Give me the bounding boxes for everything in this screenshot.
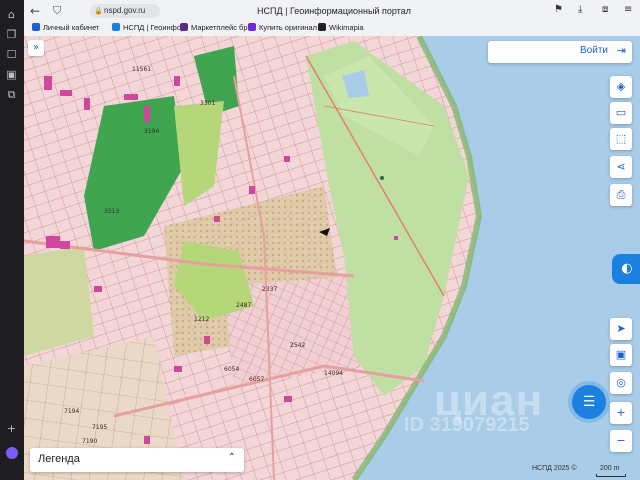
assistant-icon[interactable] <box>6 447 18 459</box>
download-icon[interactable]: ⤓ <box>578 4 582 15</box>
copyright: НСПД 2025 © <box>532 465 577 472</box>
chevron-updown-icon[interactable]: ⌃ <box>228 452 236 463</box>
home-icon[interactable]: ⌂ <box>5 8 18 21</box>
parcel-label: 3194 <box>144 128 160 135</box>
bookmark-label: НСПД | Геоинфор <box>123 23 186 32</box>
screenshot-icon[interactable]: ⧉ <box>5 88 18 101</box>
legend-dropdown[interactable]: Легенда ⌃ <box>30 448 244 472</box>
nspd-icon <box>112 23 120 31</box>
bookmark-label: Wikimapia <box>329 23 364 32</box>
bookmarks-bar: Личный кабинет НСПД | Геоинфор Маркетплейс… <box>24 21 640 35</box>
browser-side-strip: ⌂ ❐ ☐ ▣ ⧉ + <box>0 0 24 480</box>
parcel-label: 7195 <box>92 424 108 431</box>
copy-icon[interactable]: ❐ <box>5 28 18 41</box>
parcel-label: 1212 <box>194 316 210 323</box>
assistant-tab-icon[interactable]: ◐ <box>612 254 640 284</box>
parcel-label: 3301 <box>200 100 216 107</box>
blue-logo-icon <box>32 23 40 31</box>
page-title: НСПД | Геоинформационный портал <box>257 6 411 16</box>
parcel-label: 14094 <box>324 370 344 377</box>
login-label[interactable]: Войти <box>580 45 608 56</box>
reader-icon[interactable]: ▣ <box>5 68 18 81</box>
bookmark-label: Купить оригинал <box>259 23 317 32</box>
zoom-in-button[interactable]: + <box>610 402 632 424</box>
add-icon[interactable]: + <box>5 422 18 435</box>
login-bar[interactable]: Войти ⇥ <box>488 41 632 63</box>
bookmark-label: Личный кабинет <box>43 23 100 32</box>
legend-label[interactable]: Легенда <box>38 453 80 465</box>
minimap-icon[interactable]: ▣ <box>610 344 632 366</box>
back-arrow-icon[interactable]: ← <box>30 4 44 18</box>
parcel-label: 2487 <box>236 302 252 309</box>
cadastral-map[interactable] <box>24 36 640 480</box>
login-icon[interactable]: ⇥ <box>617 44 626 57</box>
parcel-label: 6054 <box>224 366 240 373</box>
parcel-label: 7194 <box>64 408 80 415</box>
bookmark-label: Маркетплейс бр <box>191 23 248 32</box>
marketplace-icon <box>180 23 188 31</box>
chat-icon[interactable]: ☰ <box>572 385 606 419</box>
parcel-label: 7190 <box>82 438 98 445</box>
parcel-label: 2542 <box>290 342 306 349</box>
share-icon[interactable]: ⋖ <box>610 156 632 178</box>
bookmark-item[interactable]: НСПД | Геоинфор <box>112 21 185 35</box>
wikimapia-icon <box>318 23 326 31</box>
watermark-id: ID 319079215 <box>404 414 530 436</box>
parcel-label: 2337 <box>262 286 278 293</box>
parcel-label: 6057 <box>249 376 265 383</box>
scale-bar <box>596 474 626 477</box>
scale-label: 200 m <box>600 465 620 472</box>
bookmark-item[interactable]: Wikimapia <box>318 21 364 35</box>
browser-toolbar: ← ⛉ 🔒 nspd.gov.ru НСПД | Геоинформационн… <box>24 0 640 36</box>
zoom-out-button[interactable]: − <box>610 430 632 452</box>
lock-icon: 🔒 <box>94 7 103 15</box>
bookmark-flag-icon[interactable]: ⚑ <box>554 4 563 15</box>
ruler-icon[interactable]: ▭ <box>610 102 632 124</box>
bookmark-item[interactable]: Личный кабинет <box>32 21 99 35</box>
bookmark-item[interactable]: Маркетплейс бр <box>180 21 248 35</box>
bookmark-item[interactable]: Купить оригинал <box>248 21 317 35</box>
layers-icon[interactable]: ◈ <box>610 76 632 98</box>
expand-panel-button[interactable]: » <box>28 40 44 56</box>
target-icon[interactable]: ◎ <box>610 372 632 394</box>
bookmark-icon[interactable]: ☐ <box>5 48 18 61</box>
address-text: nspd.gov.ru <box>104 6 146 15</box>
address-bar[interactable]: 🔒 nspd.gov.ru <box>90 4 160 18</box>
parcel-label: 3513 <box>104 208 120 215</box>
parcel-label: 11561 <box>132 66 152 73</box>
shield-icon[interactable]: ⛉ <box>53 4 67 18</box>
print-icon[interactable]: ⎙ <box>610 184 632 206</box>
select-area-icon[interactable]: ⬚ <box>610 128 632 150</box>
shop-icon <box>248 23 256 31</box>
tabs-icon[interactable]: ⧈ <box>602 4 608 15</box>
menu-icon[interactable]: ≡ <box>624 4 632 15</box>
map-canvas[interactable]: 11561 3194 2542 14094 7195 7194 7190 718… <box>24 36 640 480</box>
locate-icon[interactable]: ➤ <box>610 318 632 340</box>
